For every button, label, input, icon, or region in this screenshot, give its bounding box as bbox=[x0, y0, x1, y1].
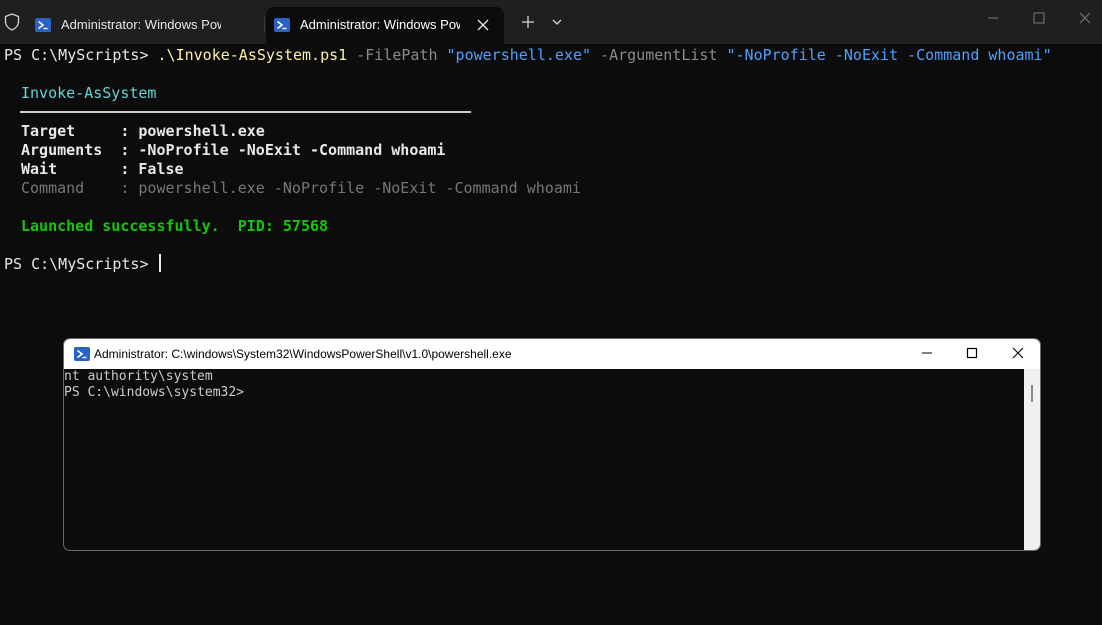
new-tab-plus-icon[interactable] bbox=[519, 13, 537, 31]
close-window-icon[interactable] bbox=[1011, 346, 1025, 360]
prompt-line[interactable]: PS C:\MyScripts> bbox=[4, 254, 161, 274]
output-row-target: Target : powershell.exe bbox=[21, 122, 265, 140]
text-cursor bbox=[158, 254, 161, 272]
close-window-icon[interactable] bbox=[1077, 10, 1093, 26]
console-line: nt authority\system bbox=[64, 369, 213, 384]
output-row-wait: Wait : False bbox=[21, 160, 184, 178]
tab-powershell-1[interactable]: Administrator: Windows PowerShell bbox=[27, 7, 262, 44]
terminal-tab-bar: Administrator: Windows PowerShell Admini… bbox=[0, 0, 1102, 44]
child-console-body[interactable]: nt authority\system PS C:\windows\system… bbox=[64, 369, 1024, 550]
tab-title: Administrator: Windows PowerShell bbox=[300, 17, 460, 32]
maximize-icon[interactable] bbox=[965, 346, 979, 360]
prompt: PS C:\MyScripts> bbox=[4, 46, 158, 64]
output-row-command: Command : powershell.exe -NoProfile -NoE… bbox=[21, 179, 581, 197]
prompt: PS C:\MyScripts> bbox=[4, 255, 158, 273]
output-header: Invoke-AsSystem bbox=[21, 84, 157, 102]
powershell-icon bbox=[274, 18, 290, 32]
value-filepath: "powershell.exe" bbox=[446, 46, 592, 64]
tab-divider bbox=[264, 17, 265, 33]
child-powershell-window[interactable]: Administrator: C:\windows\System32\Windo… bbox=[63, 338, 1041, 551]
script-name: .\Invoke-AsSystem.ps1 bbox=[157, 46, 348, 64]
close-tab-icon[interactable] bbox=[476, 18, 490, 32]
status-message: Launched successfully. PID: 57568 bbox=[21, 217, 329, 235]
powershell-icon bbox=[74, 347, 90, 361]
child-window-title: Administrator: C:\windows\System32\Windo… bbox=[94, 347, 512, 361]
vertical-scrollbar[interactable] bbox=[1024, 369, 1040, 550]
powershell-icon bbox=[35, 18, 51, 32]
command-line: PS C:\MyScripts> .\Invoke-AsSystem.ps1 -… bbox=[4, 45, 1052, 65]
maximize-icon[interactable] bbox=[1031, 10, 1047, 26]
param-argumentlist: -ArgumentList bbox=[591, 46, 727, 64]
output-row-arguments: Arguments : -NoProfile -NoExit -Command … bbox=[21, 141, 446, 159]
param-filepath: -FilePath bbox=[347, 46, 447, 64]
tab-title: Administrator: Windows PowerShell bbox=[61, 17, 221, 32]
shield-icon bbox=[4, 13, 20, 31]
value-argumentlist: "-NoProfile -NoExit -Command whoami" bbox=[726, 46, 1052, 64]
header-underline bbox=[20, 111, 471, 113]
console-line: PS C:\windows\system32> bbox=[64, 385, 245, 400]
tab-powershell-2[interactable]: Administrator: Windows PowerShell bbox=[266, 7, 504, 44]
child-title-bar[interactable]: Administrator: C:\windows\System32\Windo… bbox=[64, 339, 1040, 369]
chevron-down-icon[interactable] bbox=[549, 14, 565, 30]
scrollbar-thumb[interactable] bbox=[1031, 385, 1033, 402]
minimize-icon[interactable] bbox=[920, 346, 934, 360]
minimize-icon[interactable] bbox=[985, 10, 1001, 26]
